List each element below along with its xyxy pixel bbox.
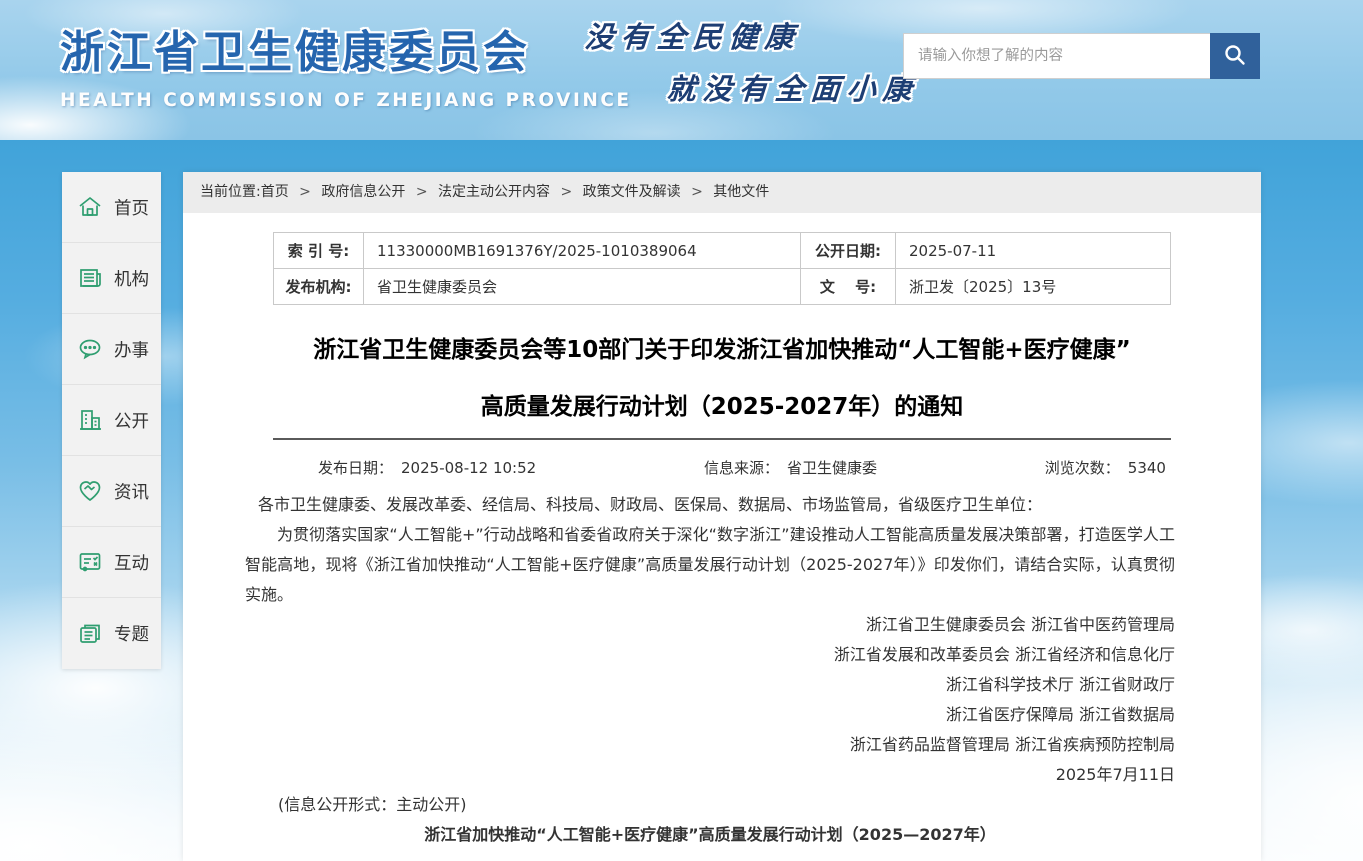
signature-line: 浙江省药品监督管理局 浙江省疾病预防控制局 [245, 730, 1175, 760]
breadcrumb-other-docs[interactable]: 其他文件 [713, 184, 769, 200]
index-number-label: 索 引 号: [274, 233, 364, 269]
page-title: 浙江省卫生健康委员会等10部门关于印发浙江省加快推动“人工智能+医疗健康” 高质… [183, 335, 1261, 422]
sidebar-item-label: 首页 [114, 195, 149, 220]
salutation: 各市卫生健康委、发展改革委、经信局、科技局、财政局、医保局、数据局、市场监管局，… [245, 490, 1175, 520]
sidebar-item-service[interactable]: 办事 [62, 314, 161, 385]
documents-stack-icon [77, 621, 103, 647]
signature-line: 浙江省发展和改革委员会 浙江省经济和信息化厅 [245, 640, 1175, 670]
sidebar-item-label: 专题 [114, 621, 149, 646]
title-divider [273, 438, 1171, 440]
signature-line: 浙江省科学技术厅 浙江省财政厅 [245, 670, 1175, 700]
site-header: 浙江省卫生健康委员会 HEALTH COMMISSION OF ZHEJIANG… [0, 0, 1363, 140]
site-search [903, 33, 1260, 79]
attachment-title: 浙江省加快推动“人工智能+医疗健康”高质量发展行动计划（2025—2027年） [245, 820, 1175, 850]
sidebar-item-interact[interactable]: 互动 [62, 527, 161, 598]
info-source-label: 信息来源： [704, 459, 779, 477]
page: 浙江省卫生健康委员会 HEALTH COMMISSION OF ZHEJIANG… [0, 0, 1363, 861]
view-count-label: 浏览次数： [1045, 459, 1120, 477]
publish-datetime-value: 2025-08-12 10:52 [401, 459, 536, 477]
view-count-value: 5340 [1128, 459, 1166, 477]
breadcrumb-separator: > [560, 184, 572, 200]
doc-number-label: 文 号: [801, 269, 896, 305]
site-subtitle: HEALTH COMMISSION OF ZHEJIANG PROVINCE [60, 90, 632, 111]
title-line-1: 浙江省卫生健康委员会等10部门关于印发浙江省加快推动“人工智能+医疗健康” [183, 335, 1261, 365]
table-row: 发布机构: 省卫生健康委员会 文 号: 浙卫发〔2025〕13号 [274, 269, 1171, 305]
slogan-line-2: 就没有全面小康 [666, 66, 921, 108]
sidebar-item-disclosure[interactable]: 公开 [62, 385, 161, 456]
disclosure-note: (信息公开形式：主动公开) [245, 790, 1175, 820]
sidebar-item-label: 互动 [114, 550, 149, 575]
signature-date: 2025年7月11日 [245, 760, 1175, 790]
sidebar-item-news[interactable]: 资讯 [62, 456, 161, 527]
breadcrumb-statutory[interactable]: 法定主动公开内容 [438, 184, 550, 200]
breadcrumb-home[interactable]: 首页 [261, 184, 289, 200]
chat-bubble-icon [77, 336, 103, 362]
article-meta: 发布日期： 2025-08-12 10:52 信息来源： 省卫生健康委 浏览次数： 5… [318, 457, 1166, 478]
doc-info-table: 索 引 号: 11330000MB1691376Y/2025-101038906… [273, 232, 1171, 305]
signature-line: 浙江省医疗保障局 浙江省数据局 [245, 700, 1175, 730]
info-source: 信息来源： 省卫生健康委 [704, 457, 877, 478]
sidebar-item-label: 公开 [114, 408, 149, 433]
home-icon [77, 194, 103, 220]
slogan-line-1: 没有全民健康 [584, 14, 921, 56]
handshake-heart-icon [77, 478, 103, 504]
doc-number-value: 浙卫发〔2025〕13号 [896, 269, 1171, 305]
breadcrumb-separator: > [416, 184, 428, 200]
publish-date-value: 2025-07-11 [896, 233, 1171, 269]
sidebar-item-label: 办事 [114, 337, 149, 362]
site-title: 浙江省卫生健康委员会 [60, 16, 632, 80]
breadcrumb-policy-docs[interactable]: 政策文件及解读 [583, 184, 681, 200]
main-content: 当前位置:首页 > 政府信息公开 > 法定主动公开内容 > 政策文件及解读 > … [183, 172, 1261, 861]
publish-date-label: 公开日期: [801, 233, 896, 269]
breadcrumb-gov-info[interactable]: 政府信息公开 [321, 184, 405, 200]
search-button[interactable] [1210, 33, 1260, 79]
info-source-value: 省卫生健康委 [787, 459, 877, 477]
title-line-2: 高质量发展行动计划（2025-2027年）的通知 [183, 392, 1261, 422]
signature-line: 浙江省卫生健康委员会 浙江省中医药管理局 [245, 610, 1175, 640]
publish-datetime: 发布日期： 2025-08-12 10:52 [318, 457, 536, 478]
newspaper-icon [77, 265, 103, 291]
breadcrumb: 当前位置:首页 > 政府信息公开 > 法定主动公开内容 > 政策文件及解读 > … [183, 172, 1261, 213]
sidebar-item-label: 机构 [114, 266, 149, 291]
search-icon [1222, 42, 1248, 71]
table-row: 索 引 号: 11330000MB1691376Y/2025-101038906… [274, 233, 1171, 269]
breadcrumb-prefix: 当前位置: [200, 184, 261, 200]
sidebar-item-label: 资讯 [114, 479, 149, 504]
article-body: 各市卫生健康委、发展改革委、经信局、科技局、财政局、医保局、数据局、市场监管局，… [245, 490, 1175, 850]
index-number-value: 11330000MB1691376Y/2025-1010389064 [364, 233, 801, 269]
building-icon [77, 407, 103, 433]
sidebar-item-home[interactable]: 首页 [62, 172, 161, 243]
view-count: 浏览次数： 5340 [1045, 457, 1166, 478]
breadcrumb-separator: > [691, 184, 703, 200]
publish-datetime-label: 发布日期： [318, 459, 393, 477]
survey-form-icon [77, 549, 103, 575]
sidebar-item-org[interactable]: 机构 [62, 243, 161, 314]
body-paragraph: 为贯彻落实国家“人工智能+”行动战略和省委省政府关于深化“数字浙江”建设推动人工… [245, 520, 1175, 610]
sidebar-nav: 首页 机构 办事 公开 资讯 [62, 172, 161, 669]
sidebar-item-topics[interactable]: 专题 [62, 598, 161, 669]
header-slogan: 没有全民健康 就没有全面小康 [585, 14, 919, 108]
issuing-agency-label: 发布机构: [274, 269, 364, 305]
site-logo[interactable]: 浙江省卫生健康委员会 HEALTH COMMISSION OF ZHEJIANG… [60, 16, 632, 111]
issuing-agency-value: 省卫生健康委员会 [364, 269, 801, 305]
search-input[interactable] [903, 33, 1210, 79]
breadcrumb-separator: > [299, 184, 311, 200]
